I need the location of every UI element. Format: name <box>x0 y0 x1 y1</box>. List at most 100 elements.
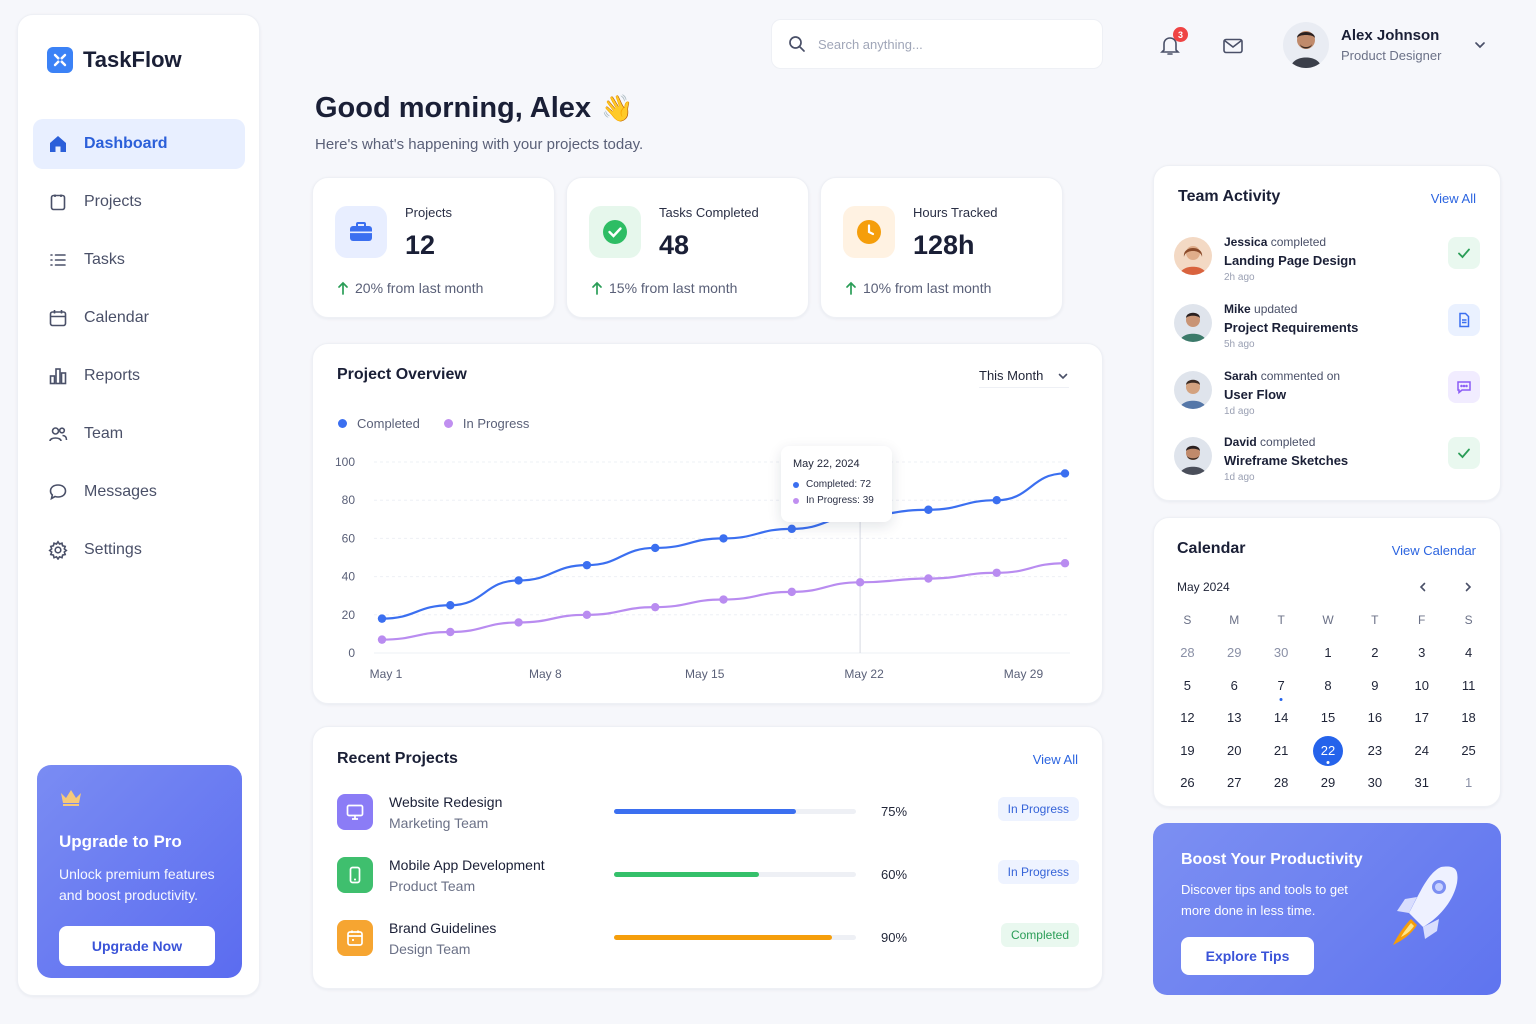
calendar-day[interactable]: 16 <box>1351 705 1398 738</box>
stat-label: Hours Tracked <box>913 205 998 220</box>
activity-time: 2h ago <box>1224 272 1255 283</box>
calendar-day[interactable]: 11 <box>1445 673 1492 706</box>
calendar-next-button[interactable] <box>1459 578 1477 596</box>
status-badge: Completed <box>1000 923 1079 947</box>
calendar-day[interactable]: 5 <box>1164 673 1211 706</box>
calendar-prev-button[interactable] <box>1414 578 1432 596</box>
calendar-day[interactable]: 28 <box>1258 770 1305 803</box>
weekday-label: M <box>1229 613 1240 627</box>
project-row[interactable]: Mobile App Development Product Team 60% … <box>337 853 1079 899</box>
calendar-day[interactable]: 30 <box>1351 770 1398 803</box>
calendar-day[interactable]: 15 <box>1305 705 1352 738</box>
calendar-day[interactable]: 17 <box>1398 705 1445 738</box>
data-point <box>582 610 592 619</box>
arrow-up-icon <box>846 281 856 295</box>
sidebar-item-projects[interactable]: Projects <box>33 177 245 227</box>
user-menu[interactable]: Alex Johnson Product Designer <box>1283 22 1487 68</box>
calendar-day[interactable]: 20 <box>1211 738 1258 771</box>
calendar-day[interactable]: 19 <box>1164 738 1211 771</box>
search-icon <box>789 36 805 52</box>
calendar-day[interactable]: 7 <box>1258 673 1305 706</box>
calendar-day[interactable]: 23 <box>1351 738 1398 771</box>
x-tick-label: May 15 <box>685 667 725 681</box>
upgrade-card: Upgrade to Pro Unlock premium features a… <box>37 765 242 978</box>
calendar-day[interactable]: 2 <box>1351 640 1398 673</box>
data-point <box>582 560 592 570</box>
sidebar-item-reports[interactable]: Reports <box>33 351 245 401</box>
list-icon <box>50 254 66 266</box>
calendar-day[interactable]: 1 <box>1445 770 1492 803</box>
event-dot <box>1326 761 1330 764</box>
calendar-day[interactable]: 1 <box>1305 640 1352 673</box>
sidebar-item-label: Calendar <box>84 309 149 326</box>
recent-projects-view-all-link[interactable]: View All <box>1033 752 1078 767</box>
calendar-day[interactable]: 4 <box>1445 640 1492 673</box>
project-row[interactable]: Website Redesign Marketing Team 75% In P… <box>337 790 1079 836</box>
calendar-day[interactable]: 10 <box>1398 673 1445 706</box>
data-point <box>446 601 455 610</box>
calendar-day[interactable]: 22 <box>1305 735 1352 771</box>
progress-bar <box>614 935 856 940</box>
progress-percent: 90% <box>881 930 908 945</box>
calendar-day[interactable]: 31 <box>1398 770 1445 803</box>
calendar-day[interactable]: 14 <box>1258 705 1305 738</box>
chevron-down-icon[interactable] <box>1473 38 1487 52</box>
sidebar-item-calendar[interactable]: Calendar <box>33 293 245 343</box>
activity-item[interactable]: Jessica completed Landing Page Design 2h… <box>1174 235 1480 291</box>
calendar-day[interactable]: 29 <box>1211 640 1258 673</box>
clipboard-icon <box>50 194 66 211</box>
messages-button[interactable] <box>1219 32 1247 60</box>
calendar-day[interactable]: 26 <box>1164 770 1211 803</box>
team-activity-view-all-link[interactable]: View All <box>1431 191 1476 206</box>
calendar-day[interactable]: 18 <box>1445 705 1492 738</box>
calendar-day[interactable]: 29 <box>1305 770 1352 803</box>
notifications-button[interactable]: 3 <box>1156 27 1188 59</box>
calendar-day[interactable]: 6 <box>1211 673 1258 706</box>
bar-chart-icon <box>49 368 67 385</box>
sidebar-item-messages[interactable]: Messages <box>33 467 245 517</box>
activity-item[interactable]: David completed Wireframe Sketches 1d ag… <box>1174 435 1480 491</box>
explore-tips-button[interactable]: Explore Tips <box>1181 937 1314 975</box>
sidebar-item-team[interactable]: Team <box>33 409 245 459</box>
calendar-day[interactable]: 24 <box>1398 738 1445 771</box>
sidebar-item-settings[interactable]: Settings <box>33 525 245 575</box>
project-team: Product Team <box>389 878 476 894</box>
calendar-day[interactable]: 12 <box>1164 705 1211 738</box>
calendar-day[interactable]: 27 <box>1211 770 1258 803</box>
project-row[interactable]: Brand Guidelines Design Team 90% Complet… <box>337 916 1079 962</box>
activity-target: Wireframe Sketches <box>1224 453 1349 468</box>
activity-item[interactable]: Sarah commented on User Flow 1d ago <box>1174 369 1480 425</box>
greeting-title: Good morning, Alex <box>315 92 592 124</box>
line-chart[interactable]: 0 20 40 60 80 100 May 1 May 8 May 15 May 22 May 29 <box>313 344 1104 705</box>
calendar-day[interactable]: 30 <box>1258 640 1305 673</box>
project-name: Website Redesign <box>389 794 503 810</box>
data-point <box>651 543 660 553</box>
calendar-grid: S M T W T F S 28 29 30 1 2 3 4 5 6 7 8 9 10 11 12 13 14 15 16 17 18… <box>1164 610 1492 803</box>
data-point <box>719 534 728 543</box>
calendar-day[interactable]: 13 <box>1211 705 1258 738</box>
view-calendar-link[interactable]: View Calendar <box>1392 543 1476 558</box>
search-bar[interactable] <box>771 19 1103 69</box>
search-input[interactable] <box>818 36 1078 52</box>
taskflow-logo-icon <box>47 47 73 73</box>
activity-text: David completed <box>1224 435 1315 449</box>
activity-item[interactable]: Mike updated Project Requirements 5h ago <box>1174 302 1480 358</box>
upgrade-now-button[interactable]: Upgrade Now <box>59 926 215 966</box>
sidebar-item-tasks[interactable]: Tasks <box>33 235 245 285</box>
project-name: Brand Guidelines <box>389 920 497 936</box>
calendar-day[interactable]: 9 <box>1351 673 1398 706</box>
calendar-day[interactable]: 25 <box>1445 738 1492 771</box>
sidebar-item-dashboard[interactable]: Dashboard <box>33 119 245 169</box>
sidebar-item-label: Team <box>84 425 124 442</box>
calendar-day[interactable]: 8 <box>1305 673 1352 706</box>
brand[interactable]: TaskFlow <box>47 47 182 73</box>
activity-user: David <box>1224 435 1257 449</box>
crown-icon <box>61 790 81 806</box>
stat-card-hours: Hours Tracked 128h 10% from last month <box>820 177 1063 318</box>
x-tick-label: May 8 <box>529 667 562 681</box>
calendar-day[interactable]: 28 <box>1164 640 1211 673</box>
calendar-day[interactable]: 3 <box>1398 640 1445 673</box>
calendar-day[interactable]: 21 <box>1258 738 1305 771</box>
calendar-card: Calendar View Calendar May 2024 S M T W T F S 2… <box>1153 517 1501 807</box>
x-tick-label: May 29 <box>1004 667 1044 681</box>
